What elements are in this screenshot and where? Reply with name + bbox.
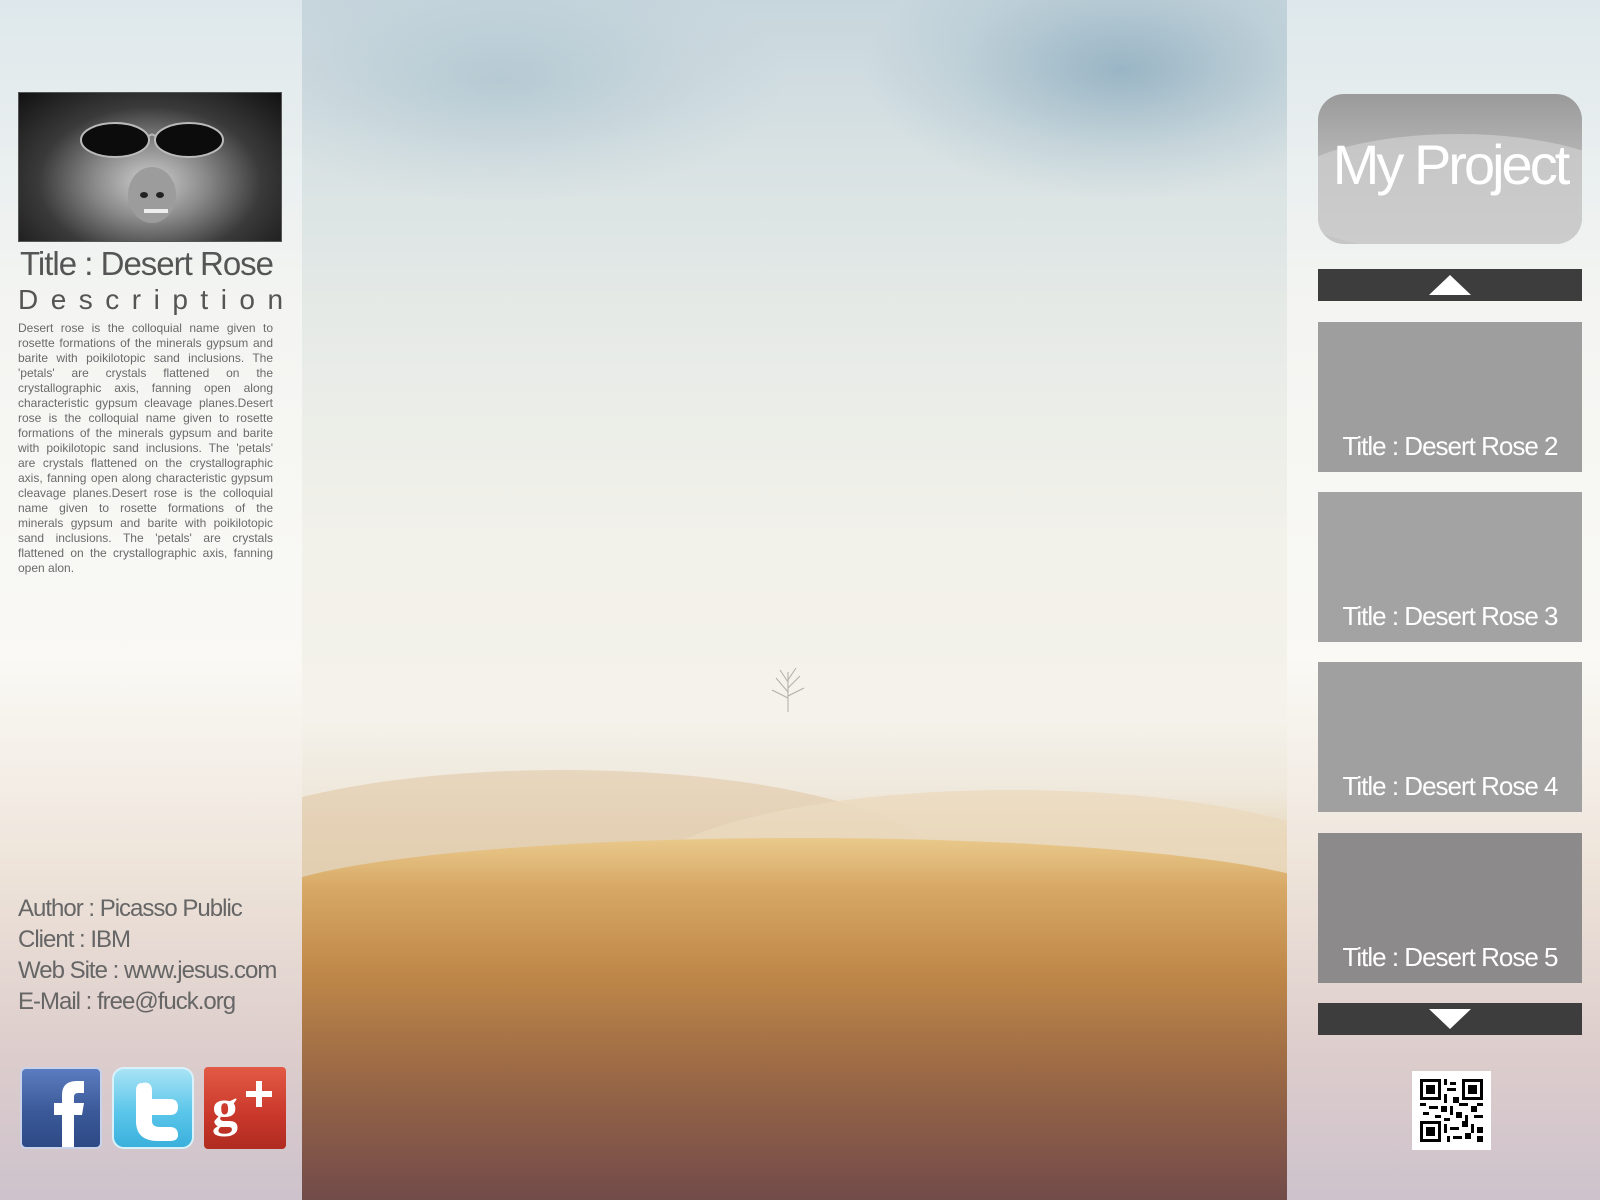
logo-text: My Project — [1332, 133, 1571, 196]
thumbnail-desert-rose-3[interactable]: Title : Desert Rose 3 — [1318, 492, 1582, 642]
thumbnail-label: Title : Desert Rose 4 — [1342, 771, 1558, 801]
twitter-icon — [136, 1082, 178, 1141]
qr-code-icon — [1420, 1079, 1483, 1142]
svg-text:g: g — [212, 1080, 238, 1137]
thumbnail-label: Title : Desert Rose 2 — [1342, 431, 1558, 461]
project-meta: Author : Picasso Public Client : IBM Web… — [18, 893, 277, 1017]
client-text: Client : IBM — [18, 926, 131, 953]
facebook-button[interactable] — [20, 1067, 102, 1149]
project-hero-image — [18, 92, 282, 242]
scroll-up-button[interactable] — [1318, 269, 1582, 301]
description-text: Desert rose is the colloquial name given… — [18, 321, 273, 575]
project-title: Title : Desert Rose — [20, 245, 274, 282]
author-text: Author : Picasso Public — [18, 895, 243, 922]
google-plus-icon: g — [212, 1080, 272, 1137]
google-plus-button[interactable]: g — [204, 1067, 286, 1149]
arrow-up-icon — [1429, 275, 1471, 295]
email-link[interactable]: E-Mail : free@fuck.org — [18, 986, 276, 1017]
project-logo[interactable]: My Project — [1318, 94, 1582, 244]
scroll-down-button[interactable] — [1318, 1003, 1582, 1035]
thumbnail-desert-rose-5[interactable]: Title : Desert Rose 5 — [1318, 833, 1582, 983]
qr-code — [1412, 1071, 1491, 1150]
twitter-button[interactable] — [112, 1067, 194, 1149]
thumbnail-label: Title : Desert Rose 3 — [1342, 601, 1558, 631]
facebook-icon — [54, 1081, 84, 1147]
website-link[interactable]: Web Site : www.jesus.com — [18, 955, 277, 986]
description-heading: Description — [18, 284, 296, 315]
thumbnail-desert-rose-2[interactable]: Title : Desert Rose 2 — [1318, 322, 1582, 472]
thumbnail-label: Title : Desert Rose 5 — [1342, 942, 1558, 972]
background-desert-scene — [302, 0, 1287, 1200]
thumbnail-desert-rose-4[interactable]: Title : Desert Rose 4 — [1318, 662, 1582, 812]
arrow-down-icon — [1429, 1009, 1471, 1029]
tree-icon — [771, 667, 805, 712]
